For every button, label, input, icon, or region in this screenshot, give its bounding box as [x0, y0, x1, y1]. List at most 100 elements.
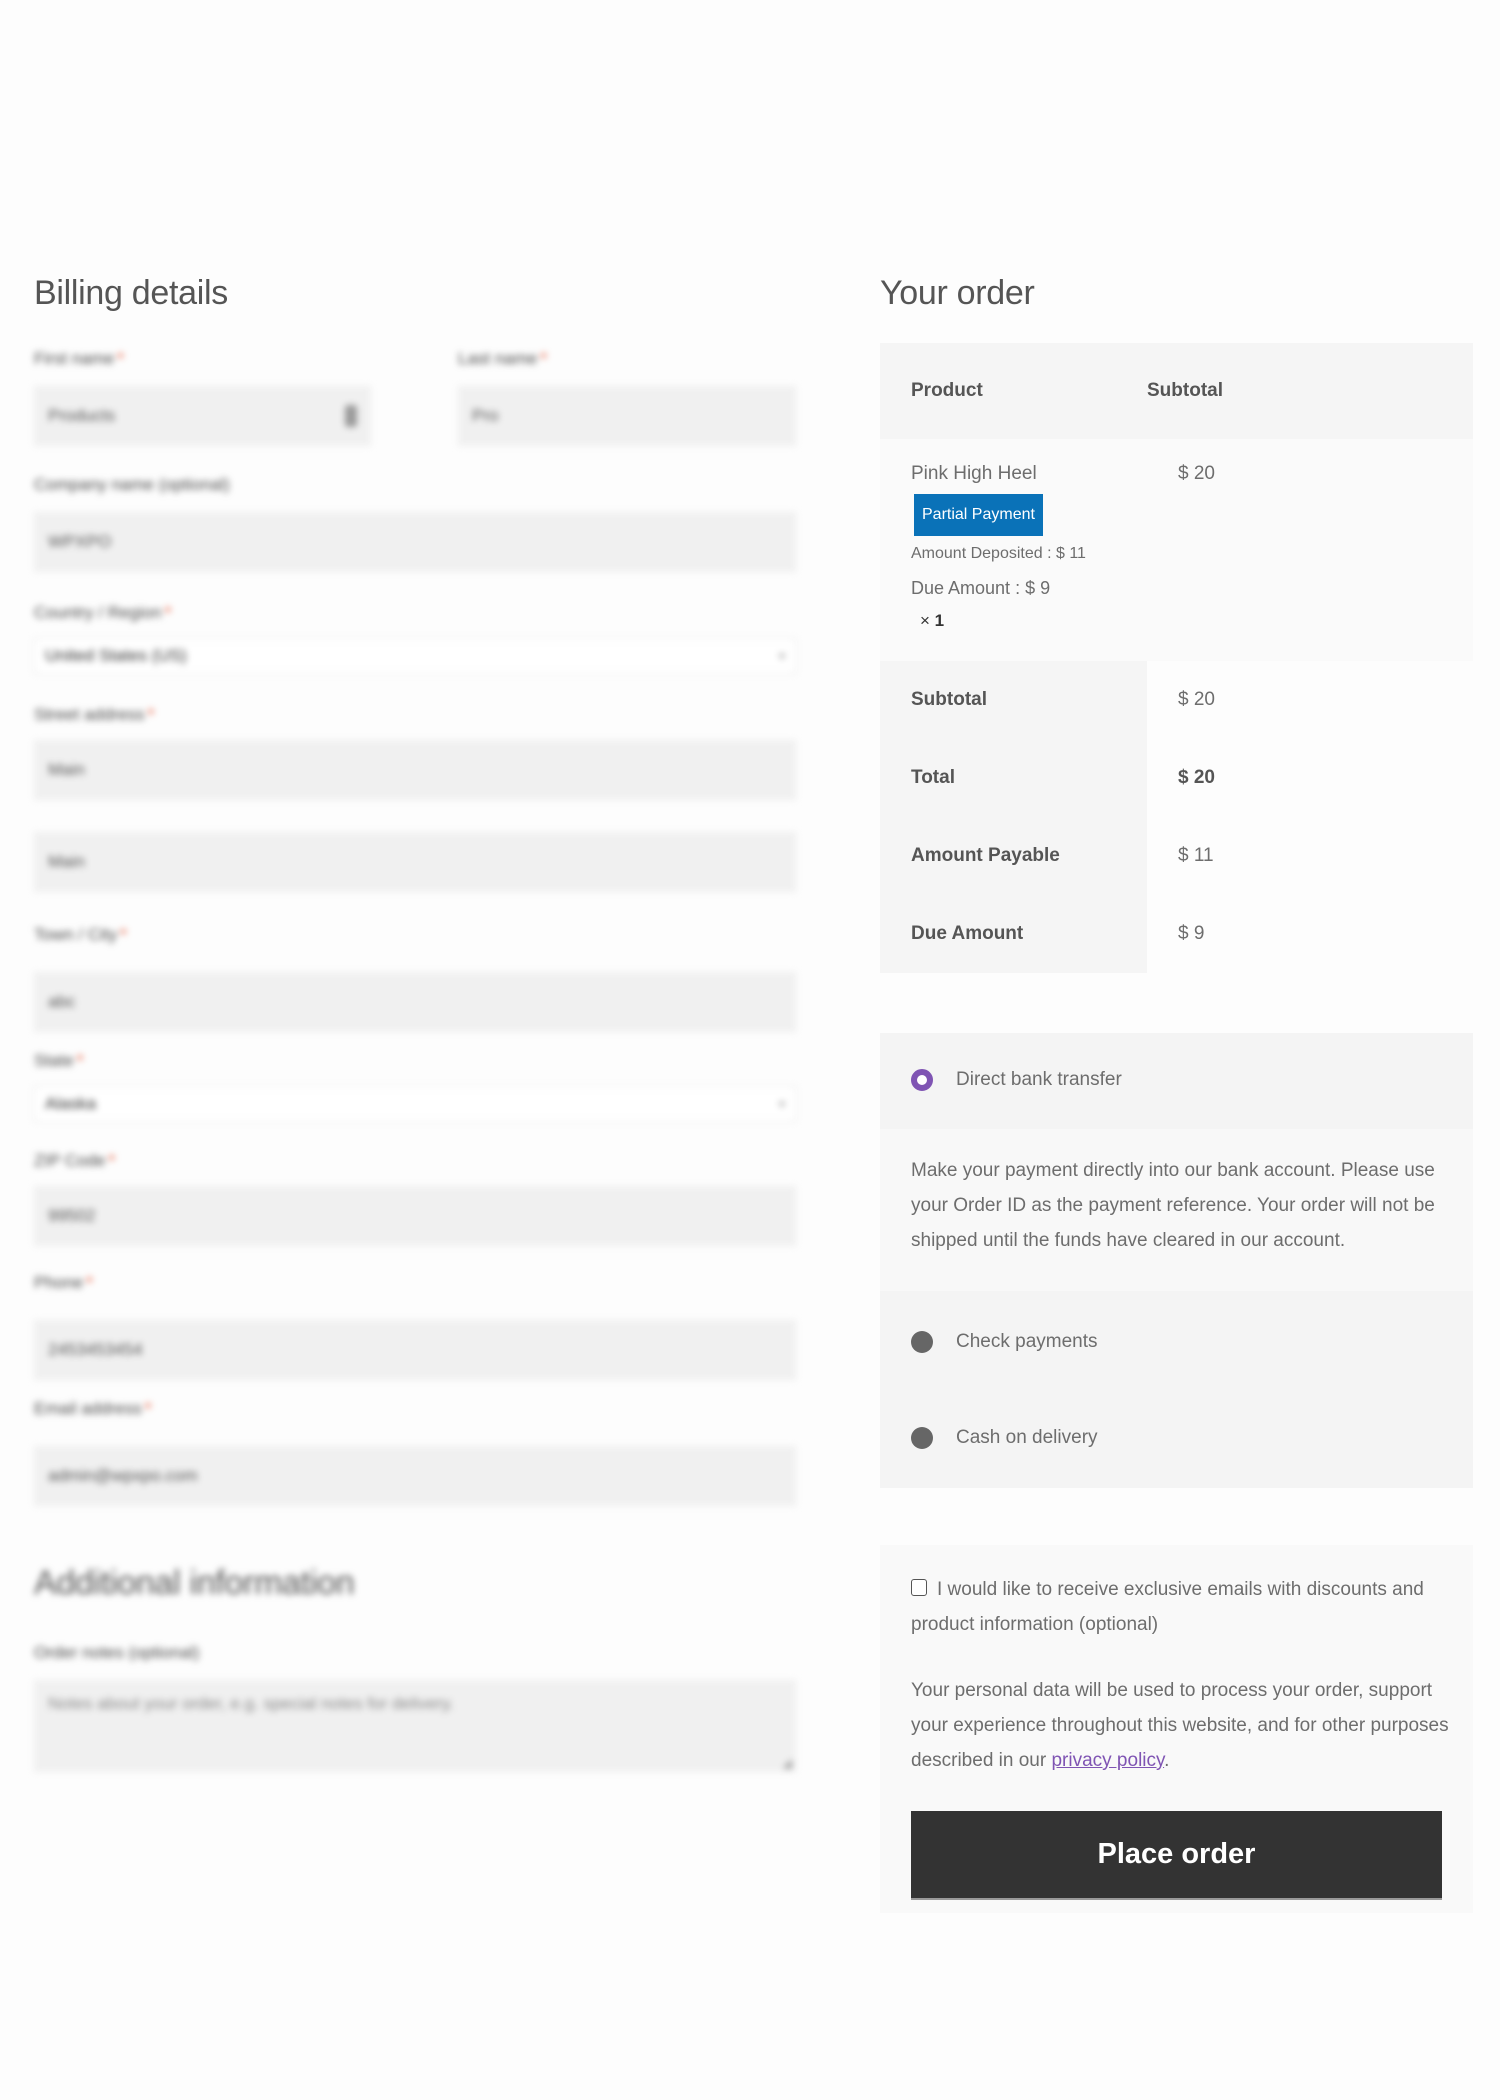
- required-mark: *: [164, 603, 172, 622]
- payment-method-label: Check payments: [956, 1331, 1098, 1352]
- order-notes-placeholder: Notes about your order, e.g. special not…: [48, 1694, 455, 1713]
- required-mark: *: [120, 925, 127, 944]
- autofill-key-icon[interactable]: [345, 405, 357, 427]
- state-label: State: [34, 1051, 74, 1070]
- country-select[interactable]: United States (US) ▾: [34, 638, 796, 674]
- country-field: Country / Region * United States (US) ▾: [34, 600, 796, 674]
- product-subtotal: $ 20: [1178, 463, 1215, 484]
- last-name-label: Last name: [458, 349, 538, 368]
- street-field: Street address * Main Main: [34, 702, 796, 892]
- partial-payment-badge: Partial Payment: [914, 494, 1043, 536]
- cart-item-row: Pink High Heel $ 20 Partial Payment Amou…: [880, 439, 1473, 661]
- company-label: Company name (optional): [34, 475, 230, 494]
- last-name-value: Pro: [472, 406, 499, 425]
- first-name-label: First name: [34, 349, 115, 368]
- street-value-2: Main: [48, 852, 85, 871]
- state-select[interactable]: Alaska ▾: [34, 1086, 796, 1122]
- payment-method-cheque[interactable]: Check payments: [911, 1331, 1098, 1353]
- product-name: Pink High Heel: [911, 463, 1037, 484]
- privacy-text-end: .: [1164, 1750, 1170, 1771]
- payment-method-label: Direct bank transfer: [956, 1069, 1122, 1090]
- street-input-2[interactable]: Main: [34, 832, 796, 892]
- item-due-amount: Due Amount : $ 9: [911, 578, 1051, 598]
- place-order-button[interactable]: Place order: [911, 1811, 1442, 1898]
- first-name-value: Products: [48, 406, 116, 425]
- amount-payable-value: $ 11: [1178, 845, 1214, 866]
- resize-handle-icon[interactable]: ◢: [783, 1756, 792, 1770]
- privacy-policy-text: Your personal data will be used to proce…: [911, 1673, 1451, 1778]
- due-amount-value: $ 9: [1178, 923, 1205, 944]
- zip-value: 99502: [48, 1206, 96, 1225]
- city-input[interactable]: abc: [34, 972, 796, 1032]
- order-notes-field: Order notes (optional) Notes about your …: [34, 1640, 796, 1772]
- company-field: Company name (optional) WPXPO: [34, 472, 796, 572]
- subtotal-value: $ 20: [1178, 689, 1215, 710]
- amount-payable-row: Amount Payable $ 11: [880, 817, 1473, 895]
- city-label: Town / City: [34, 925, 118, 944]
- required-mark: *: [540, 349, 548, 368]
- newsletter-opt-in[interactable]: I would like to receive exclusive emails…: [911, 1572, 1451, 1642]
- country-label: Country / Region: [34, 603, 162, 622]
- chevron-down-icon: ▾: [778, 1097, 785, 1111]
- required-mark: *: [144, 1399, 152, 1418]
- state-value: Alaska: [45, 1094, 97, 1113]
- payment-methods: Direct bank transfer Make your payment d…: [880, 1033, 1473, 1488]
- payment-method-cod[interactable]: Cash on delivery: [911, 1427, 1098, 1449]
- privacy-text: Your personal data will be used to proce…: [911, 1680, 1449, 1771]
- newsletter-label: I would like to receive exclusive emails…: [911, 1579, 1424, 1635]
- additional-information-heading: Additional information: [34, 1564, 355, 1602]
- newsletter-checkbox[interactable]: [911, 1579, 927, 1596]
- quantity-value: 1: [934, 611, 945, 630]
- subtotal-column-header: Subtotal: [1147, 380, 1223, 401]
- company-input[interactable]: WPXPO: [34, 512, 796, 572]
- chevron-down-icon: ▾: [778, 649, 785, 663]
- order-notes-textarea[interactable]: Notes about your order, e.g. special not…: [34, 1680, 796, 1772]
- required-mark: *: [117, 349, 124, 368]
- country-value: United States (US): [45, 646, 187, 665]
- first-name-input[interactable]: Products: [34, 386, 371, 446]
- subtotal-row: Subtotal $ 20: [880, 661, 1473, 739]
- last-name-input[interactable]: Pro: [458, 386, 796, 446]
- email-input[interactable]: admin@wpxpo.com: [34, 1446, 796, 1506]
- payment-method-label: Cash on delivery: [956, 1427, 1098, 1448]
- zip-label: ZIP Code: [34, 1151, 106, 1170]
- street-value-1: Main: [48, 760, 85, 779]
- first-name-field: First name * Products: [34, 346, 371, 446]
- radio-unselected-icon[interactable]: [911, 1427, 933, 1449]
- billing-details-heading: Billing details: [34, 274, 228, 312]
- email-label: Email address: [34, 1399, 142, 1418]
- street-input-1[interactable]: Main: [34, 740, 796, 800]
- email-field: Email address * admin@wpxpo.com: [34, 1396, 796, 1506]
- order-review-table: Product Subtotal Pink High Heel $ 20 Par…: [880, 343, 1473, 973]
- phone-field: Phone * 2453453454: [34, 1270, 796, 1380]
- required-mark: *: [147, 705, 155, 724]
- amount-deposited: Amount Deposited : $ 11: [911, 545, 1086, 562]
- required-mark: *: [76, 1051, 84, 1070]
- payment-method-bacs[interactable]: Direct bank transfer: [911, 1069, 1122, 1091]
- order-notes-label: Order notes (optional): [34, 1643, 200, 1662]
- privacy-policy-link[interactable]: privacy policy: [1051, 1750, 1164, 1771]
- total-value: $ 20: [1178, 767, 1215, 788]
- required-mark: *: [86, 1273, 93, 1292]
- amount-payable-label: Amount Payable: [880, 817, 1147, 895]
- phone-value: 2453453454: [48, 1340, 143, 1359]
- street-label: Street address: [34, 705, 145, 724]
- zip-input[interactable]: 99502: [34, 1186, 796, 1246]
- zip-field: ZIP Code * 99502: [34, 1148, 796, 1246]
- state-field: State * Alaska ▾: [34, 1048, 796, 1122]
- total-row: Total $ 20: [880, 739, 1473, 817]
- total-label: Total: [880, 739, 1147, 817]
- bank-transfer-description: Make your payment directly into our bank…: [880, 1129, 1473, 1291]
- due-amount-label: Due Amount: [880, 895, 1147, 973]
- company-value: WPXPO: [48, 532, 112, 551]
- order-table-header: Product Subtotal: [880, 343, 1473, 439]
- product-column-header: Product: [911, 380, 983, 401]
- last-name-field: Last name * Pro: [458, 346, 796, 446]
- phone-input[interactable]: 2453453454: [34, 1320, 796, 1380]
- radio-selected-icon[interactable]: [911, 1069, 933, 1091]
- city-value: abc: [48, 992, 76, 1011]
- place-order-section: I would like to receive exclusive emails…: [880, 1545, 1473, 1913]
- email-value: admin@wpxpo.com: [48, 1466, 198, 1485]
- due-amount-row: Due Amount $ 9: [880, 895, 1473, 973]
- radio-unselected-icon[interactable]: [911, 1331, 933, 1353]
